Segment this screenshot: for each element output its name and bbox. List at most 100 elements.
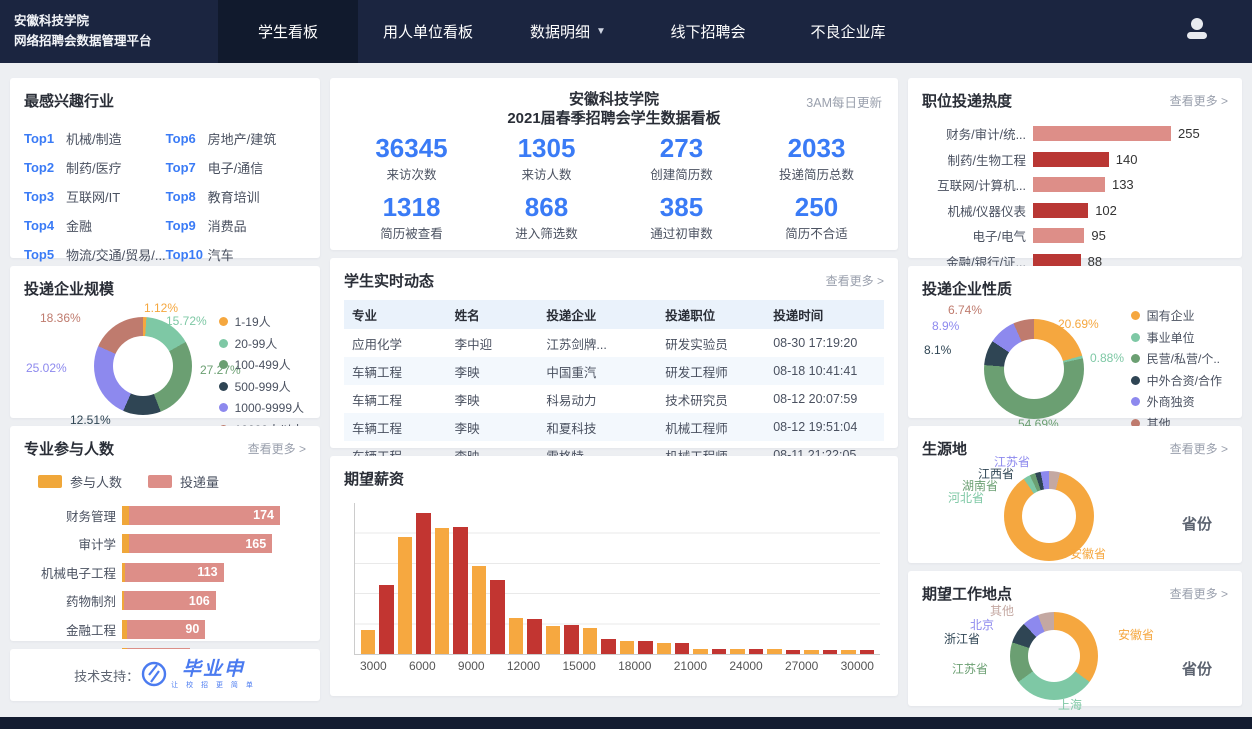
bar-category-label: 机械/仪器仪表 xyxy=(922,201,1026,220)
right-column: 职位投递热度 查看更多 > 财务/审计/统...255制药/生物工程140互联网… xyxy=(908,78,1242,706)
table-header-cell: 专业 xyxy=(344,300,447,329)
left-column: 最感兴趣行业 Top1机械/制造Top2制药/医疗Top3互联网/ITTop4金… xyxy=(10,78,320,701)
legend-item[interactable]: 1-19人 xyxy=(219,313,304,330)
histogram-bar xyxy=(583,628,597,654)
donut-slice-label: 6.74% xyxy=(948,303,982,317)
industry-name: 金融 xyxy=(66,216,92,235)
legend-item[interactable]: 20-99人 xyxy=(219,335,304,352)
panel-title: 职位投递热度 xyxy=(922,90,1012,111)
donut-slice-label: 8.1% xyxy=(924,343,951,357)
table-cell: 08-12 19:51:04 xyxy=(765,413,884,441)
stacked-bar: 165 xyxy=(122,534,272,553)
table-cell: 08-12 20:07:59 xyxy=(765,385,884,413)
bar-category-label: 制药/生物工程 xyxy=(922,150,1026,169)
bar-value: 255 xyxy=(1178,126,1200,141)
industry-rank-label: Top1 xyxy=(24,131,66,146)
bar-category-label: 财务管理 xyxy=(24,506,116,525)
histogram-bar xyxy=(620,641,634,654)
see-more-link[interactable]: 查看更多 > xyxy=(826,272,884,289)
x-axis-label: 12000 xyxy=(507,659,540,673)
table-header-row: 专业姓名投递企业投递职位投递时间 xyxy=(344,300,884,329)
tab-data-detail[interactable]: 数据明细▼ xyxy=(498,0,638,63)
histogram-bar xyxy=(675,643,689,654)
histogram-bar xyxy=(823,650,837,654)
histogram-bar xyxy=(546,626,560,654)
stat-label: 创建简历数 xyxy=(614,164,749,183)
user-account-icon[interactable] xyxy=(1184,16,1210,42)
stat-label: 进入筛选数 xyxy=(479,223,614,242)
tab-employer-dashboard[interactable]: 用人单位看板 xyxy=(358,0,498,63)
legend-dot-icon xyxy=(219,317,228,326)
legend-item[interactable]: 投递量 xyxy=(148,472,219,491)
industry-rank-item: Top7电子/通信 xyxy=(166,153,306,182)
bar-category-label: 药物制剂 xyxy=(24,591,116,610)
legend-item[interactable]: 1000-9999人 xyxy=(219,399,304,416)
bar-value: 95 xyxy=(1091,228,1105,243)
legend-item[interactable]: 中外合资/合作 xyxy=(1131,372,1222,389)
panel-tech-support: 技术支持： 毕业申 让 校 招 更 简 单 xyxy=(10,649,320,701)
table-header-cell: 姓名 xyxy=(447,300,539,329)
histogram-bar xyxy=(398,537,412,654)
donut-hole xyxy=(113,336,173,396)
panel-top-industries: 最感兴趣行业 Top1机械/制造Top2制药/医疗Top3互联网/ITTop4金… xyxy=(10,78,320,258)
stat-cell: 1318 简历被查看 xyxy=(344,194,479,242)
table-cell: 车辆工程 xyxy=(344,385,447,413)
stacked-bar: 90 xyxy=(122,620,205,639)
see-more-link[interactable]: 查看更多 > xyxy=(1170,92,1228,109)
see-more-link[interactable]: 查看更多 > xyxy=(248,440,306,457)
stats-grid: 36345来访次数1305来访人数273创建简历数2033投递简历总数1318简… xyxy=(344,135,884,242)
legend-item[interactable]: 参与人数 xyxy=(38,472,122,491)
tab-offline-job-fair[interactable]: 线下招聘会 xyxy=(638,0,778,63)
bar-row: 制药/生物工程140 xyxy=(922,150,1228,169)
panel-salary: 期望薪资 30006000900012000150001800021000240… xyxy=(330,456,898,696)
legend-dot-icon xyxy=(1131,354,1140,363)
tech-support-tagline: 让 校 招 更 简 单 xyxy=(171,680,256,690)
heat-bar xyxy=(1033,228,1084,243)
panel-title: 投递企业性质 xyxy=(922,278,1012,299)
legend-item[interactable]: 民营/私营/个.. xyxy=(1131,350,1222,367)
table-cell: 技术研究员 xyxy=(657,385,765,413)
table-cell: 李映 xyxy=(447,413,539,441)
tab-bad-company-library[interactable]: 不良企业库 xyxy=(778,0,918,63)
legend-item[interactable]: 外商独资 xyxy=(1131,393,1222,410)
legend-item[interactable]: 500-999人 xyxy=(219,378,304,395)
tab-student-dashboard[interactable]: 学生看板 xyxy=(218,0,358,63)
industry-rank-label: Top4 xyxy=(24,218,66,233)
legend-item[interactable]: 100-499人 xyxy=(219,356,304,373)
see-more-link[interactable]: 查看更多 > xyxy=(1170,440,1228,457)
see-more-link[interactable]: 查看更多 > xyxy=(1170,585,1228,602)
participants-segment xyxy=(122,534,129,553)
donut-slice-label: 8.9% xyxy=(932,319,959,333)
x-axis-label xyxy=(720,659,725,673)
donut-hole xyxy=(1004,339,1064,399)
stat-label: 来访人数 xyxy=(479,164,614,183)
nav-tabs: 学生看板 用人单位看板 数据明细▼线下招聘会不良企业库 xyxy=(218,0,918,63)
footer-bar xyxy=(0,717,1252,729)
tab-label: 数据明细 xyxy=(530,21,590,42)
industry-rank-item: Top5物流/交通/贸易/... xyxy=(24,240,166,269)
bar-value: 102 xyxy=(1095,203,1117,218)
x-axis-label xyxy=(609,659,614,673)
x-axis-label: 30000 xyxy=(841,659,874,673)
stat-value: 1318 xyxy=(344,194,479,221)
stat-label: 简历被查看 xyxy=(344,223,479,242)
legend-dot-icon xyxy=(1131,311,1140,320)
stacked-bar-row: 财务管理 174 xyxy=(24,501,306,530)
x-axis-label: 21000 xyxy=(674,659,707,673)
deliveries-segment: 106 xyxy=(124,591,216,610)
axis-unit-label: 省份 xyxy=(1182,513,1212,534)
deliveries-segment: 174 xyxy=(129,506,280,525)
histogram-bar xyxy=(767,649,781,654)
legend-item[interactable]: 事业单位 xyxy=(1131,329,1222,346)
legend-label: 中外合资/合作 xyxy=(1147,372,1222,389)
donut-slice-label: 上海 xyxy=(1058,696,1082,713)
table-cell: 08-30 17:19:20 xyxy=(765,329,884,357)
donut-slice-label: 0.88% xyxy=(1090,351,1124,365)
legend-item[interactable]: 国有企业 xyxy=(1131,307,1222,324)
x-axis-label xyxy=(711,659,716,673)
industry-rank-item: Top10汽车 xyxy=(166,240,306,269)
stat-value: 273 xyxy=(614,135,749,162)
x-axis-label xyxy=(553,659,558,673)
tab-label: 用人单位看板 xyxy=(383,21,473,42)
histogram-bar xyxy=(490,580,504,654)
